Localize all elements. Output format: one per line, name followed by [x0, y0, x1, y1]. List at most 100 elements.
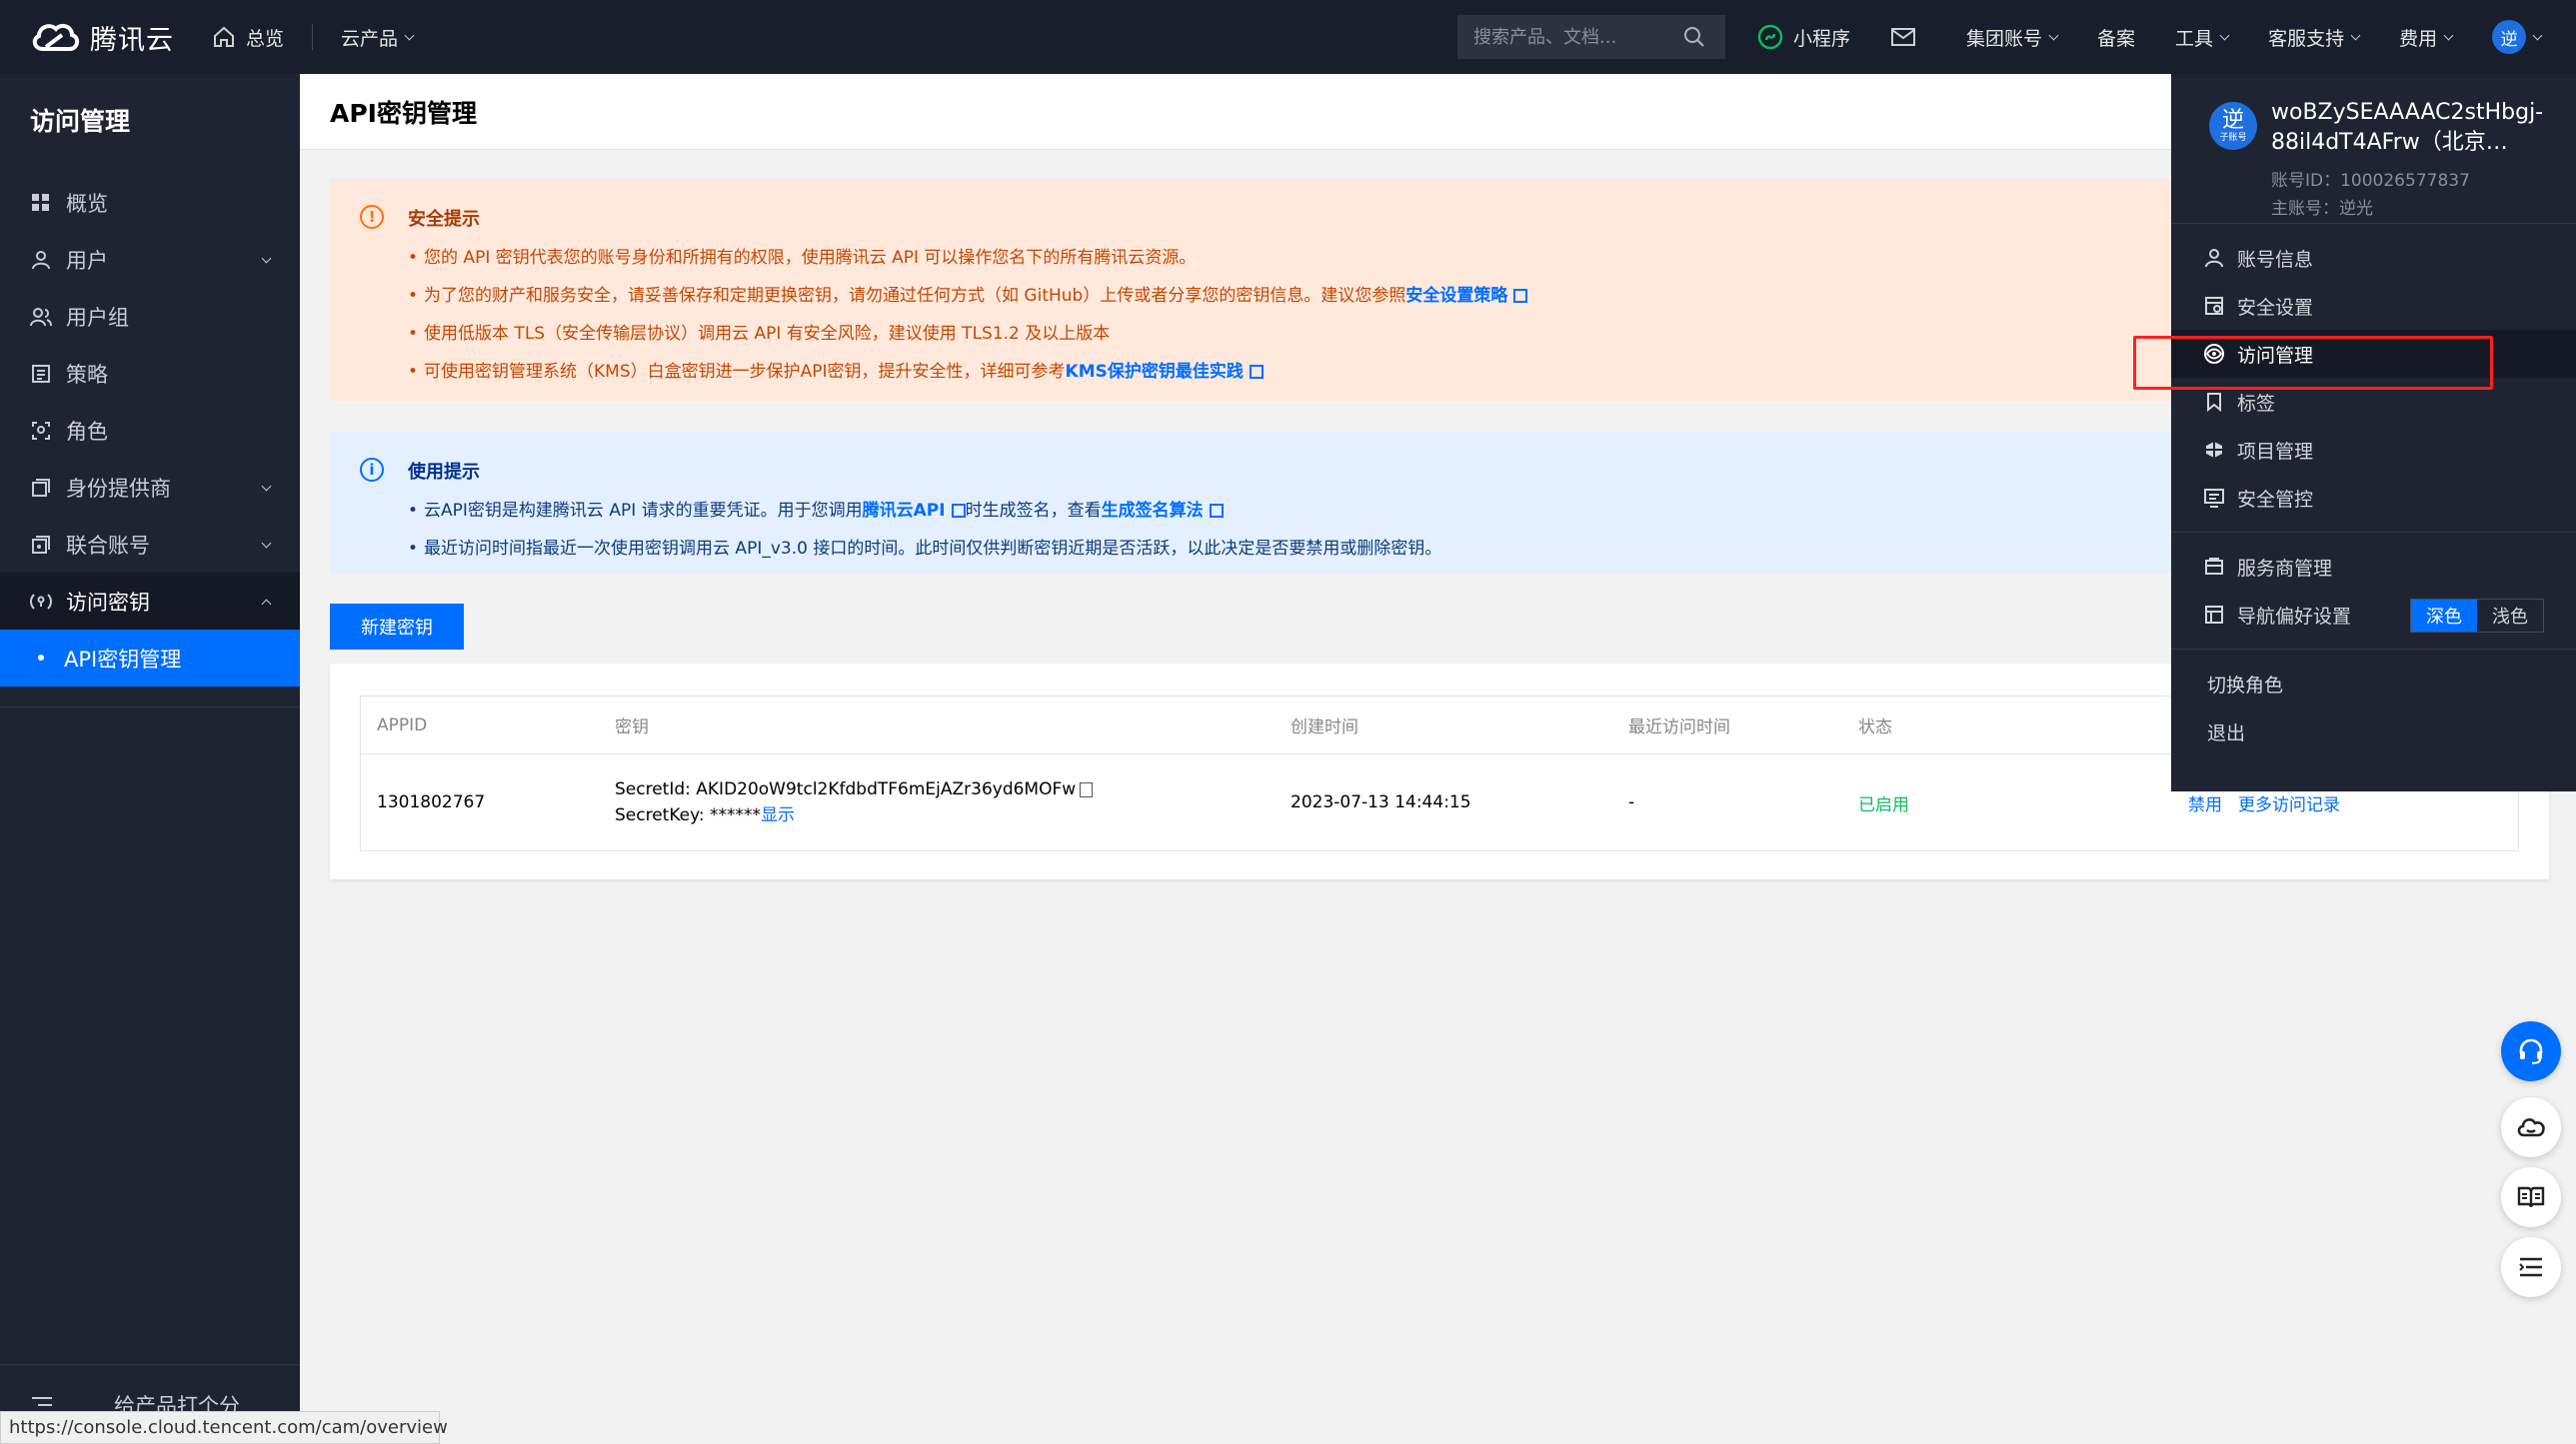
- book-icon: [2517, 1186, 2545, 1208]
- support-menu[interactable]: 客服支持: [2268, 24, 2361, 51]
- menu-account-info[interactable]: 账号信息: [2171, 234, 2576, 282]
- chevron-down-icon: [404, 30, 415, 40]
- sidebar-item-users[interactable]: 用户: [0, 231, 300, 288]
- external-link-icon: [1513, 289, 1528, 303]
- disable-key-link[interactable]: 禁用: [2188, 790, 2222, 815]
- theme-dark-option[interactable]: 深色: [2411, 600, 2477, 632]
- header-last-access: 最近访问时间: [1628, 718, 1730, 737]
- menu-switch-role[interactable]: 切换角色: [2171, 660, 2576, 708]
- user-group-icon: [30, 306, 52, 328]
- copy-icon[interactable]: [1080, 782, 1094, 797]
- menu-provider-management[interactable]: 服务商管理: [2171, 543, 2576, 591]
- divider: [2171, 532, 2576, 533]
- avatar: 逆子账号: [2209, 102, 2257, 150]
- search-icon[interactable]: [1683, 26, 1705, 48]
- bookmark-icon: [2203, 391, 2225, 413]
- overview-link[interactable]: 总览: [212, 24, 284, 51]
- divider: [312, 24, 314, 50]
- brand-logo[interactable]: 腾讯云: [28, 17, 178, 57]
- mini-program-icon: [1757, 24, 1783, 50]
- security-policy-link[interactable]: 安全设置策略: [1405, 286, 1507, 306]
- menu-list-button[interactable]: [2501, 1237, 2561, 1297]
- search-input[interactable]: [1473, 26, 1683, 48]
- cloud-api-link[interactable]: 腾讯云API: [863, 501, 946, 521]
- menu-security-control[interactable]: 安全管控: [2171, 474, 2576, 522]
- mini-program-link[interactable]: 小程序: [1757, 24, 1850, 51]
- theme-light-option[interactable]: 浅色: [2477, 600, 2543, 632]
- chevron-down-icon: [261, 481, 272, 492]
- sidebar-item-overview[interactable]: 概览: [0, 174, 300, 231]
- header-key: 密钥: [615, 718, 649, 737]
- new-key-button[interactable]: 新建密钥: [330, 604, 464, 650]
- sidebar-item-federated-accounts[interactable]: 联合账号: [0, 516, 300, 573]
- sidebar-item-access-keys[interactable]: 访问密钥: [0, 573, 300, 630]
- external-link-icon: [951, 504, 966, 518]
- filing-link[interactable]: 备案: [2097, 24, 2135, 51]
- info-icon: i: [360, 458, 384, 482]
- mail-icon: [1891, 28, 1916, 46]
- chevron-down-icon: [2048, 30, 2059, 40]
- identity-provider-icon: [30, 477, 52, 499]
- account-header: 逆子账号 woBZySEAAAAC2stHbgj-88il4dT4AFrw（北京…: [2171, 74, 2576, 224]
- header-created: 创建时间: [1290, 718, 1358, 737]
- sidebar-item-roles[interactable]: 角色: [0, 402, 300, 459]
- account-dropdown: 逆子账号 woBZySEAAAAC2stHbgj-88il4dT4AFrw（北京…: [2171, 74, 2576, 791]
- user-icon: [2203, 247, 2225, 269]
- chevron-up-icon: [261, 599, 272, 610]
- highlight-box: [2133, 336, 2493, 390]
- last-access-cell: -: [1628, 792, 1635, 812]
- menu-projects[interactable]: 项目管理: [2171, 426, 2576, 474]
- sidebar-item-policies[interactable]: 策略: [0, 345, 300, 402]
- customer-service-button[interactable]: [2501, 1021, 2561, 1081]
- search-box[interactable]: [1457, 15, 1725, 59]
- grid-icon: [30, 192, 52, 214]
- sidebar-title: 访问管理: [30, 107, 131, 136]
- billing-menu[interactable]: 费用: [2399, 24, 2454, 51]
- external-link-icon: [1249, 365, 1264, 379]
- messages-link[interactable]: [1890, 27, 1926, 47]
- tools-menu[interactable]: 工具: [2175, 24, 2230, 51]
- role-icon: [30, 420, 52, 442]
- top-right-menu: 小程序 集团账号 备案 工具 客服支持 费用 逆: [1757, 0, 2543, 74]
- external-link-icon: [1209, 504, 1224, 518]
- kms-best-practice-link[interactable]: KMS保护密钥最佳实践: [1066, 362, 1244, 382]
- user-avatar-menu[interactable]: 逆: [2492, 20, 2543, 54]
- project-icon: [2203, 439, 2225, 461]
- key-icon: [30, 591, 52, 613]
- policy-icon: [30, 363, 52, 385]
- chevron-down-icon: [2350, 30, 2361, 40]
- theme-toggle: 深色 浅色: [2410, 599, 2544, 633]
- sidebar-item-api-key-management[interactable]: API密钥管理: [0, 630, 300, 687]
- chevron-down-icon: [2219, 30, 2230, 40]
- security-settings-icon: [2203, 295, 2225, 317]
- account-id: 账号ID：100026577837: [2271, 171, 2470, 191]
- sidebar: 访问管理 概览 用户 用户组 策略 角色 身份提供商 联合账号 访问密钥 API…: [0, 74, 300, 1444]
- chevron-down-icon: [2532, 30, 2543, 40]
- brand-name: 腾讯云: [90, 24, 174, 56]
- more-access-records-link[interactable]: 更多访问记录: [2238, 790, 2340, 815]
- show-secret-link[interactable]: 显示: [761, 805, 795, 825]
- main-account: 主账号：逆光: [2271, 199, 2373, 219]
- sidebar-item-user-groups[interactable]: 用户组: [0, 288, 300, 345]
- cloud-assistant-button[interactable]: [2501, 1097, 2561, 1157]
- cloud-icon: [2517, 1118, 2545, 1137]
- headset-icon: [2519, 1038, 2543, 1065]
- menu-logout[interactable]: 退出: [2171, 708, 2576, 755]
- list-icon: [2519, 1257, 2542, 1277]
- chevron-down-icon: [261, 253, 272, 264]
- docs-button[interactable]: [2501, 1167, 2561, 1227]
- menu-security-settings[interactable]: 安全设置: [2171, 282, 2576, 330]
- sidebar-item-identity-providers[interactable]: 身份提供商: [0, 459, 300, 516]
- avatar: 逆: [2492, 20, 2527, 54]
- status-badge: 已启用: [1858, 794, 1909, 815]
- provider-icon: [2203, 556, 2225, 578]
- chevron-down-icon: [261, 538, 272, 549]
- header-status: 状态: [1858, 718, 1892, 737]
- group-account-menu[interactable]: 集团账号: [1966, 24, 2059, 51]
- menu-nav-preferences[interactable]: 导航偏好设置 深色 浅色: [2171, 591, 2576, 639]
- secret-key: SecretKey: ******: [615, 805, 762, 825]
- signature-algorithm-link[interactable]: 生成签名算法: [1102, 501, 1204, 521]
- monitor-icon: [2203, 487, 2225, 509]
- products-menu[interactable]: 云产品: [341, 24, 415, 51]
- divider: [2171, 649, 2576, 650]
